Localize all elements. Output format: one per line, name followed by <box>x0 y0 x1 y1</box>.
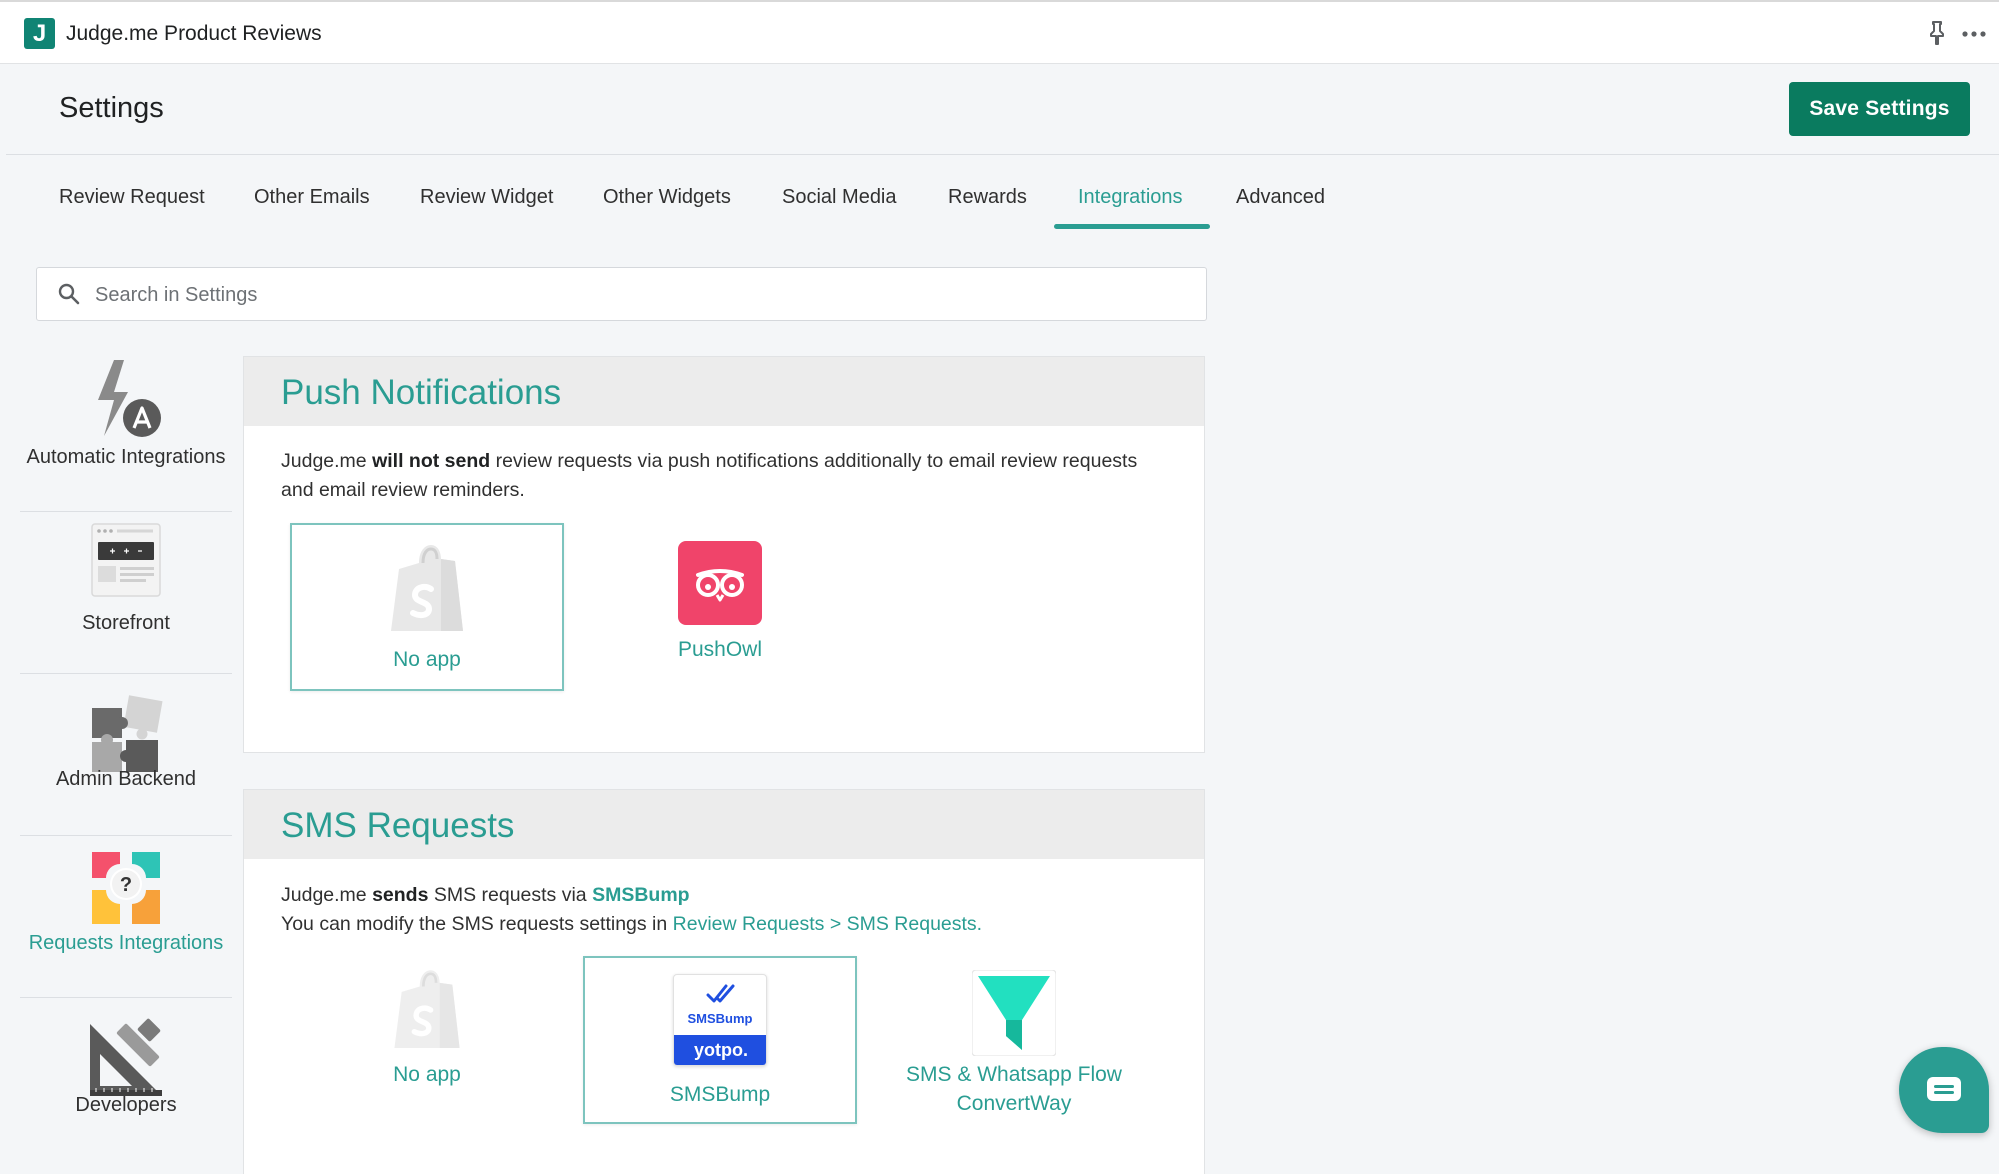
settings-search <box>36 267 1207 321</box>
tile-label-line-2: ConvertWay <box>956 1092 1072 1115</box>
svg-text:?: ? <box>120 874 132 896</box>
shopify-bag-icon <box>394 970 460 1048</box>
sms-line-2: You can modify the SMS requests settings… <box>281 910 1161 939</box>
text-fragment: You can modify the SMS requests settings… <box>281 913 673 935</box>
tab-social-media[interactable]: Social Media <box>782 186 897 209</box>
sidebar-item-storefront[interactable]: Storefront <box>20 512 232 674</box>
lightning-a-icon <box>98 360 161 437</box>
tab-other-emails[interactable]: Other Emails <box>254 186 370 209</box>
developer-tools-icon <box>90 1018 162 1096</box>
sidebar-item-label: Storefront <box>82 612 170 634</box>
tile-label: PushOwl <box>677 638 763 661</box>
search-input[interactable] <box>95 280 1175 310</box>
tab-rewards[interactable]: Rewards <box>948 186 1027 209</box>
puzzle-icon <box>92 695 163 772</box>
chat-launcher-button[interactable] <box>1899 1047 1989 1133</box>
tab-review-request[interactable]: Review Request <box>59 186 205 209</box>
tile-label: SMS & Whatsapp Flow ConvertWay <box>876 1060 1152 1118</box>
tab-review-widget[interactable]: Review Widget <box>420 186 553 209</box>
sms-app-smsbump[interactable]: SMSBump yotpo. SMSBump <box>583 956 857 1124</box>
text-bold: sends <box>372 884 429 906</box>
judgeme-logo: J <box>24 18 55 49</box>
text-bold: will not send <box>372 450 491 472</box>
tile-label: No app <box>393 648 461 671</box>
save-settings-button[interactable]: Save Settings <box>1789 82 1970 136</box>
sms-requests-settings-link[interactable]: Review Requests > SMS Requests. <box>673 913 982 935</box>
text-fragment: SMS requests via <box>428 884 593 906</box>
requests-integrations-icon: ? <box>92 852 160 924</box>
tile-label: No app <box>393 1063 461 1086</box>
smsbump-yotpo-icon: SMSBump yotpo. <box>673 974 767 1066</box>
chat-bubble-icon <box>1927 1077 1961 1101</box>
more-horizontal-icon[interactable] <box>1962 30 1986 38</box>
app-bar: J Judge.me Product Reviews <box>0 0 1999 64</box>
pushowl-icon <box>678 541 762 625</box>
sidebar-item-label: Developers <box>75 1094 177 1116</box>
shopify-bag-icon <box>391 545 463 631</box>
double-check-icon <box>706 984 735 1003</box>
sms-app-convertway[interactable]: SMS & Whatsapp Flow ConvertWay <box>876 956 1152 1124</box>
sidebar-item-label: Automatic Integrations <box>26 446 226 468</box>
smsbump-link[interactable]: SMSBump <box>592 884 690 906</box>
text-fragment: Judge.me <box>281 450 373 472</box>
active-tab-indicator <box>1054 224 1210 229</box>
tab-integrations[interactable]: Integrations <box>1078 186 1183 209</box>
tile-label: SMSBump <box>669 1083 771 1106</box>
sidebar-item-label: Admin Backend <box>55 768 197 790</box>
card-header: Push Notifications <box>244 357 1204 426</box>
sidebar-item-requests-integrations[interactable]: ? Requests Integrations <box>20 836 232 998</box>
sms-line-1: Judge.me sends SMS requests via SMSBump <box>281 881 1161 910</box>
push-description: Judge.me will not send review requests v… <box>281 447 1161 505</box>
search-icon <box>58 283 80 305</box>
push-notifications-card: Push Notifications Judge.me will not sen… <box>243 356 1205 753</box>
tab-other-widgets[interactable]: Other Widgets <box>603 186 731 209</box>
settings-header: Settings Save Settings <box>6 65 1999 155</box>
tile-label-line-1: SMS & Whatsapp Flow <box>906 1063 1122 1086</box>
tab-advanced[interactable]: Advanced <box>1236 186 1325 209</box>
smsbump-wordmark: SMSBump <box>687 1011 753 1026</box>
storefront-icon <box>91 523 161 597</box>
sidebar-item-automatic-integrations[interactable]: Automatic Integrations <box>20 350 232 512</box>
sms-app-no-app[interactable]: No app <box>290 956 564 1124</box>
text-fragment: Judge.me <box>281 884 373 906</box>
app-title: Judge.me Product Reviews <box>66 22 322 45</box>
settings-tabs: Review Request Other Emails Review Widge… <box>0 156 1999 236</box>
sidebar-item-label: Requests Integrations <box>28 932 224 954</box>
card-title: SMS Requests <box>281 806 515 845</box>
sidebar-item-developers[interactable]: Developers <box>20 998 232 1160</box>
page-title: Settings <box>59 92 164 124</box>
push-app-pushowl[interactable]: PushOwl <box>583 523 857 691</box>
convertway-funnel-icon <box>972 970 1056 1056</box>
sidebar-item-admin-backend[interactable]: Admin Backend <box>20 674 232 836</box>
pin-icon[interactable] <box>1926 20 1948 46</box>
card-title: Push Notifications <box>281 373 562 412</box>
yotpo-wordmark: yotpo. <box>674 1035 766 1065</box>
card-header: SMS Requests <box>244 790 1204 859</box>
push-app-no-app[interactable]: No app <box>290 523 564 691</box>
sms-description: Judge.me sends SMS requests via SMSBump … <box>281 881 1161 939</box>
sms-requests-card: SMS Requests Judge.me sends SMS requests… <box>243 789 1205 1174</box>
